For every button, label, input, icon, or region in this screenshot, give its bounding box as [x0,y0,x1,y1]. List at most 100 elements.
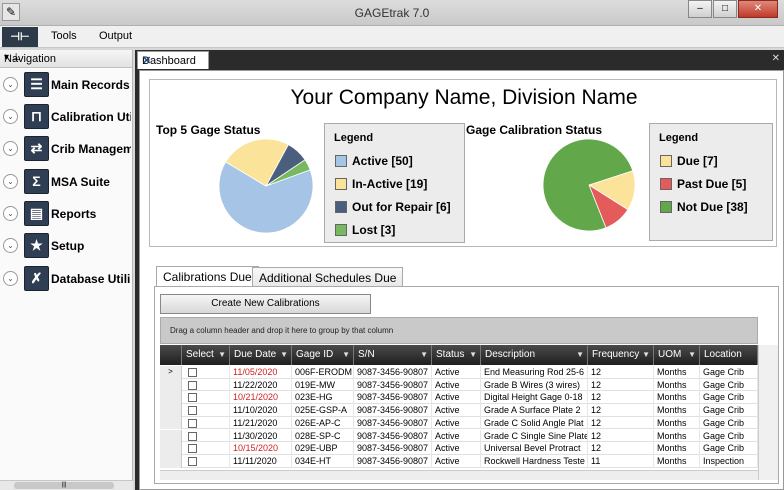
nav-item-msa[interactable]: ⌄ Σ MSA Suite [0,168,133,196]
chevron-down-icon[interactable]: ⌄ [3,238,18,253]
column-header-gage-id[interactable]: Gage ID ▼ [292,345,354,365]
filter-icon[interactable]: ▼ [688,345,696,365]
table-row[interactable]: >11/05/2020 006F-ERODM 9087-3456-90807 Acti… [160,366,758,379]
group-by-panel[interactable]: Drag a column header and drop it here to… [160,317,758,344]
tab-calibrations-due[interactable]: Calibrations Due [156,266,259,288]
cell-gage-id: 034E-HT [292,454,354,468]
table-row[interactable]: 10/21/2020 023E-HG 9087-3456-90807 Active Di… [160,391,758,405]
tab-dashboard[interactable]: Dashboard ✕ [137,51,209,69]
row-selector[interactable] [160,442,182,455]
menu-output[interactable]: Output [99,30,132,42]
select-checkbox[interactable] [188,393,197,403]
row-selector[interactable] [160,404,182,417]
row-selector[interactable] [160,416,182,430]
cell-frequency: 12 [588,366,654,379]
cell-frequency: 12 [588,416,654,430]
pin-icon[interactable]: ▾ ⊥ [4,52,128,63]
cell-uom: Months [654,366,700,379]
filter-icon[interactable]: ▼ [420,345,428,365]
chevron-down-icon[interactable]: ⌄ [3,141,18,156]
chevron-down-icon[interactable]: ⌄ [3,206,18,221]
nav-item-main-records[interactable]: ⌄ ☰ Main Records [0,71,133,99]
legend-label: Active [50] [352,154,413,168]
cell-serial-number: 9087-3456-90807 [354,366,432,379]
chevron-down-icon[interactable]: ⌄ [3,77,18,92]
column-header-label: Select [186,349,214,360]
table-row[interactable]: 11/10/2020 025E-GSP-A 9087-3456-90807 Activ… [160,404,758,417]
nav-item-setup[interactable]: ⌄ ★ Setup [0,232,133,260]
menu-tools[interactable]: Tools [51,30,77,42]
chevron-down-icon[interactable]: ⌄ [3,174,18,189]
filter-icon[interactable]: ▼ [469,345,477,365]
table-row[interactable]: 10/15/2020 029E-UBP 9087-3456-90807 Active U… [160,442,758,455]
cell-due-date: 11/21/2020 [230,416,292,430]
legend-swatch [335,178,347,190]
current-row-indicator-icon[interactable]: > [160,366,182,379]
nav-item-calibration[interactable]: ⌄ ⊓ Calibration Uti [0,103,133,131]
calibration-pie-chart [542,138,636,232]
cell-due-date: 11/11/2020 [230,454,292,468]
scrollbar-thumb[interactable]: ||| [14,482,114,489]
close-button[interactable]: ✕ [738,0,778,18]
cell-description: Grade B Wires (3 wires) [481,378,588,392]
printer-icon: ▤ [24,201,49,226]
row-selector[interactable] [160,378,182,392]
cell-select [182,391,230,405]
cell-select [182,442,230,455]
close-icon[interactable]: ✕ [772,53,780,64]
filter-icon[interactable]: ▼ [576,345,584,365]
select-checkbox[interactable] [188,406,197,416]
table-row[interactable]: 11/30/2020 028E-SP-C 9087-3456-90807 Active… [160,429,758,443]
column-header-location[interactable]: Location [700,345,758,365]
table-row[interactable]: 11/21/2020 026E-AP-C 9087-3456-90807 Active… [160,416,758,430]
create-new-calibrations-button[interactable]: Create New Calibrations [160,294,371,314]
grid-vertical-scrollbar[interactable] [758,345,778,480]
select-checkbox[interactable] [188,418,197,428]
chevron-down-icon[interactable]: ⌄ [3,109,18,124]
table-row[interactable]: 11/22/2020 019E-MW 9087-3456-90807 Active Gr… [160,378,758,392]
navigation-header: Navigation ▾ ⊥ [0,50,132,68]
column-header-description[interactable]: Description ▼ [481,345,588,365]
row-selector[interactable] [160,391,182,405]
caliper-logo-icon[interactable]: ⊣⊢ [2,27,38,47]
nav-horizontal-scrollbar[interactable]: ||| [0,480,133,490]
row-selector[interactable] [160,429,182,443]
nav-item-reports[interactable]: ⌄ ▤ Reports [0,200,133,228]
column-header-frequency[interactable]: Frequency ▼ [588,345,654,365]
column-header-status[interactable]: Status ▼ [432,345,481,365]
cell-status: Active [432,442,481,455]
filter-icon[interactable]: ▼ [218,345,226,365]
company-name: Your Company Name, Division Name [290,86,638,109]
minimize-button[interactable]: – [688,0,712,18]
select-checkbox[interactable] [188,444,197,454]
nav-item-database[interactable]: ⌄ ✗ Database Utili [0,265,133,293]
column-header-select[interactable]: Select ▼ [182,345,230,365]
maximize-button[interactable]: □ [713,0,737,18]
select-checkbox[interactable] [188,431,197,441]
calibration-legend: Legend Due [7] Past Due [5] Not Due [38] [649,123,773,241]
cell-uom: Months [654,429,700,443]
cell-description: Grade C Single Sine Plate [481,429,588,443]
grid-horizontal-scrollbar[interactable] [160,470,758,480]
tab-additional-schedules[interactable]: Additional Schedules Due [252,267,404,288]
column-header-uom[interactable]: UOM ▼ [654,345,700,365]
column-header-due-date[interactable]: Due Date ▼ [230,345,292,365]
select-checkbox[interactable] [188,368,197,377]
filter-icon[interactable]: ▼ [280,345,288,365]
star-icon: ★ [24,233,49,258]
select-checkbox[interactable] [188,456,197,466]
column-header-label: Frequency [592,349,640,360]
cell-serial-number: 9087-3456-90807 [354,404,432,417]
cell-gage-id: 019E-MW [292,378,354,392]
table-row[interactable]: 11/11/2020 034E-HT 9087-3456-90807 Active Ro… [160,454,758,468]
column-header-sn[interactable]: S/N ▼ [354,345,432,365]
filter-icon[interactable]: ▼ [342,345,350,365]
cell-uom: Months [654,442,700,455]
select-checkbox[interactable] [188,380,197,390]
close-icon[interactable]: ✕ [142,54,204,67]
nav-item-crib[interactable]: ⌄ ⇄ Crib Managem [0,135,133,163]
filter-icon[interactable]: ▼ [642,345,650,365]
row-selector[interactable] [160,454,182,468]
chevron-down-icon[interactable]: ⌄ [3,271,18,286]
column-header-label: Gage ID [296,349,334,360]
